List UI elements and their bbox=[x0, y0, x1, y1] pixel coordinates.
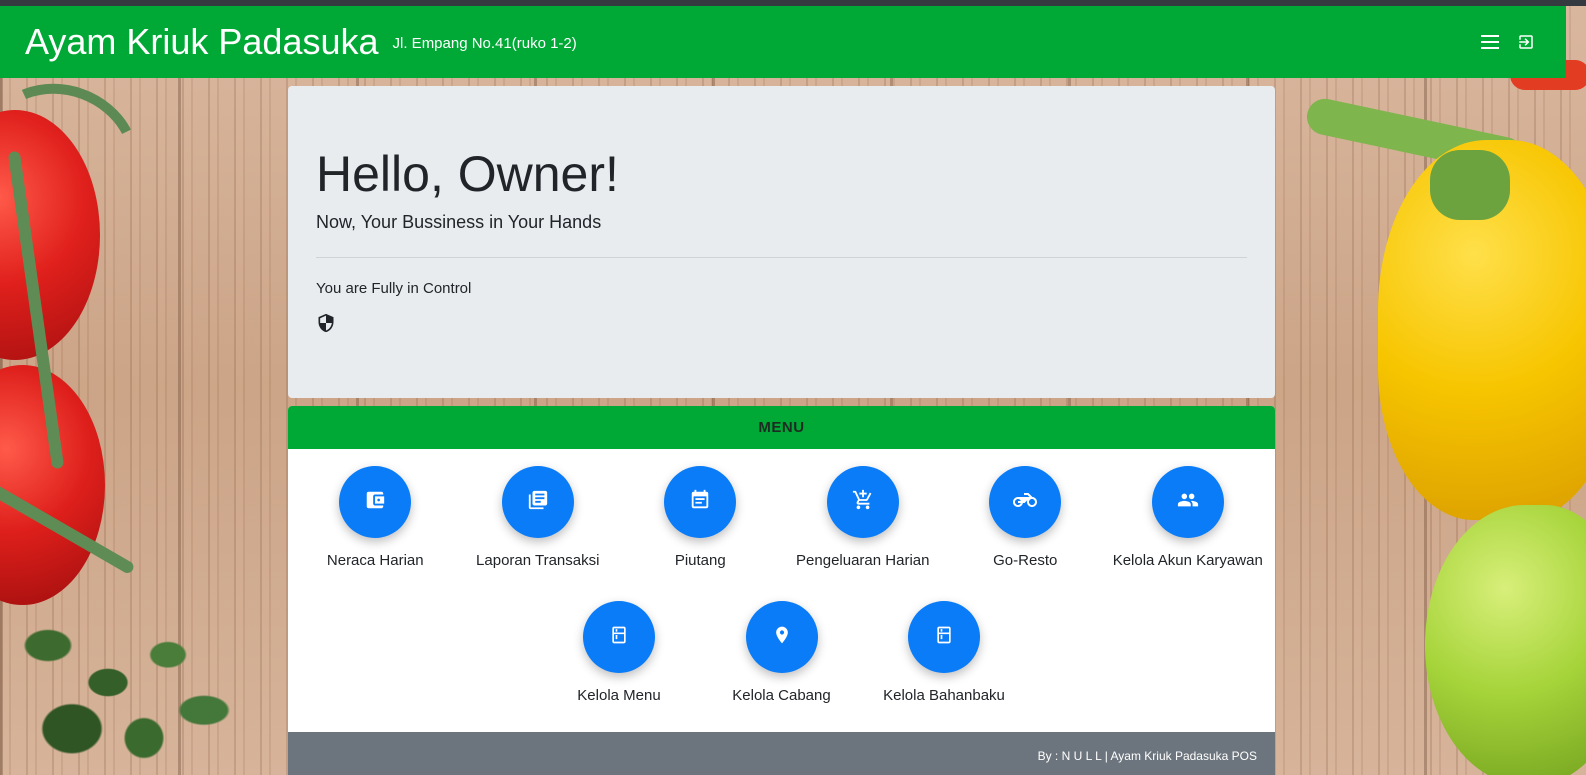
menu-button[interactable] bbox=[501, 466, 574, 538]
greeting-lead: Now, Your Bussiness in Your Hands bbox=[316, 212, 602, 232]
menu-item-label: Kelola Menu bbox=[577, 687, 661, 704]
menu-button[interactable] bbox=[664, 466, 737, 538]
menu-item-label: Kelola Akun Karyawan bbox=[1112, 552, 1263, 569]
navbar-actions bbox=[1480, 32, 1536, 52]
menu-item-kelola-akun-karyawan[interactable]: Kelola Akun Karyawan bbox=[1107, 466, 1270, 569]
menu-button[interactable] bbox=[989, 466, 1062, 538]
menu-button[interactable] bbox=[826, 466, 899, 538]
menu-item-piutang[interactable]: Piutang bbox=[619, 466, 782, 569]
people-icon bbox=[1177, 489, 1199, 516]
location-pin-icon bbox=[772, 625, 792, 650]
menu-button[interactable] bbox=[1151, 466, 1224, 538]
menu-item-pengeluaran-harian[interactable]: Pengeluaran Harian bbox=[782, 466, 945, 569]
pepper-stem-decoration bbox=[1430, 150, 1510, 220]
menu-item-label: Go-Resto bbox=[993, 552, 1058, 569]
menu-item-go-resto[interactable]: Go-Resto bbox=[944, 466, 1107, 569]
kitchen-icon bbox=[609, 625, 629, 650]
kitchen-icon bbox=[934, 625, 954, 650]
menu-button[interactable] bbox=[908, 601, 980, 673]
menu-button[interactable] bbox=[745, 601, 818, 673]
herb-decoration bbox=[0, 590, 240, 775]
motorcycle-icon bbox=[1013, 488, 1038, 517]
menu-card: MENU Neraca Harian Laporan Transaksi Piu… bbox=[288, 406, 1275, 775]
menu-item-label: Kelola Bahanbaku bbox=[883, 687, 1005, 704]
event-note-icon bbox=[689, 489, 711, 516]
menu-button[interactable] bbox=[339, 466, 412, 538]
add-shopping-cart-icon bbox=[852, 489, 874, 516]
menu-item-neraca-harian[interactable]: Neraca Harian bbox=[294, 466, 457, 569]
menu-item-label: Kelola Cabang bbox=[732, 687, 831, 704]
menu-row: Neraca Harian Laporan Transaksi Piutang bbox=[288, 466, 1275, 569]
divider bbox=[316, 257, 1247, 258]
logout-icon[interactable] bbox=[1516, 32, 1536, 52]
menu-header: MENU bbox=[288, 406, 1275, 449]
footer: By : N U L L | Ayam Kriuk Padasuka POS bbox=[288, 732, 1275, 775]
menu-item-kelola-bahanbaku[interactable]: Kelola Bahanbaku bbox=[863, 601, 1026, 704]
navbar: Ayam Kriuk Padasuka Jl. Empang No.41(ruk… bbox=[0, 6, 1566, 78]
menu-row: Kelola Menu Kelola Cabang Kelola Bahanba… bbox=[288, 601, 1275, 704]
menu-item-label: Piutang bbox=[674, 552, 726, 569]
menu-button[interactable] bbox=[583, 601, 655, 673]
brand-title[interactable]: Ayam Kriuk Padasuka bbox=[25, 21, 379, 63]
hamburger-menu-icon[interactable] bbox=[1480, 32, 1500, 52]
store-address: Jl. Empang No.41(ruko 1-2) bbox=[392, 34, 577, 52]
shield-icon bbox=[316, 313, 336, 333]
menu-item-label: Laporan Transaksi bbox=[476, 552, 600, 569]
menu-item-kelola-cabang[interactable]: Kelola Cabang bbox=[700, 601, 863, 704]
wallet-icon bbox=[364, 489, 386, 516]
greeting-title: Hello, Owner! bbox=[316, 146, 619, 202]
menu-item-kelola-menu[interactable]: Kelola Menu bbox=[538, 601, 701, 704]
footer-text: By : N U L L | Ayam Kriuk Padasuka POS bbox=[1037, 748, 1257, 763]
library-books-icon bbox=[527, 489, 549, 516]
menu-item-laporan-transaksi[interactable]: Laporan Transaksi bbox=[457, 466, 620, 569]
menu-item-label: Neraca Harian bbox=[326, 552, 424, 569]
menu-item-label: Pengeluaran Harian bbox=[796, 552, 930, 569]
welcome-jumbotron: Hello, Owner! Now, Your Bussiness in You… bbox=[288, 86, 1275, 398]
control-text: You are Fully in Control bbox=[316, 280, 472, 297]
